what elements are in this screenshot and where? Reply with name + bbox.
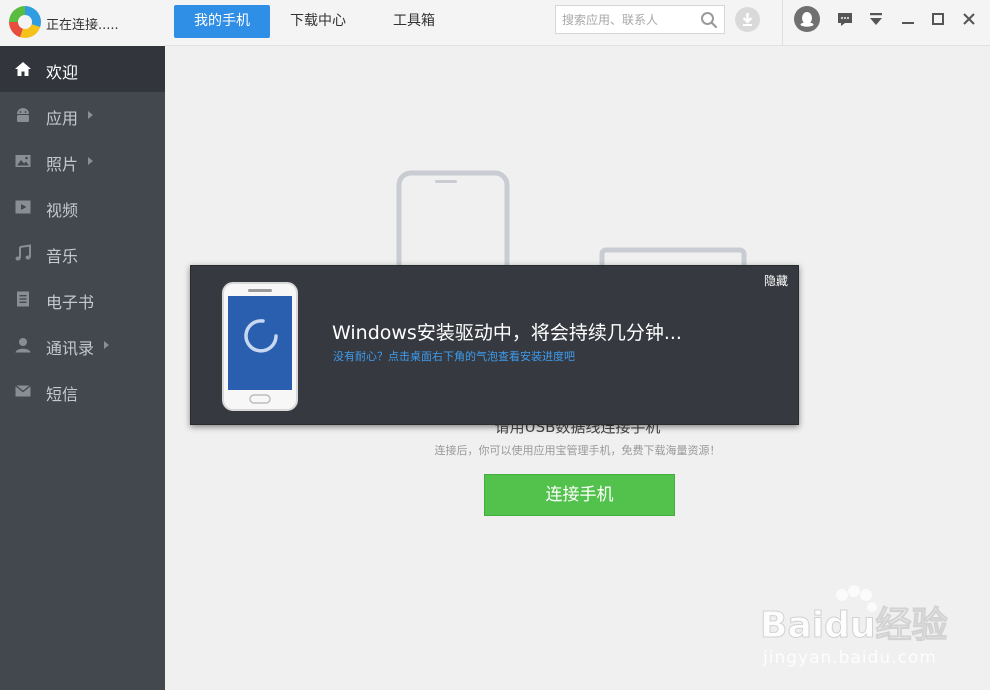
image-icon (15, 155, 31, 167)
sidebar-item-label: 音乐 (46, 247, 79, 266)
contact-icon (15, 338, 31, 353)
title-bar: 正在连接..... 我的手机 下载中心 工具箱 (0, 0, 990, 46)
home-icon (15, 62, 31, 76)
connect-phone-button[interactable]: 连接手机 (484, 474, 675, 516)
sidebar-item-label: 照片 (46, 155, 79, 174)
sidebar-item-label: 应用 (46, 109, 79, 128)
maximize-icon[interactable] (929, 10, 947, 28)
sidebar-item-label: 电子书 (46, 293, 95, 312)
qq-penguin-icon (800, 12, 814, 27)
chevron-right-icon (88, 157, 93, 165)
minimize-icon[interactable] (899, 10, 917, 28)
menu-dropdown-icon[interactable] (867, 10, 885, 28)
driver-install-dialog: 隐藏 Windows安装驱动中，将会持续几分钟... 没有耐心？点击桌面右下角的… (190, 265, 799, 425)
sidebar-item-label: 通讯录 (46, 339, 95, 358)
phone-loading-icon (222, 282, 298, 411)
android-icon (17, 108, 29, 122)
watermark-brand: Baidu经验 (760, 605, 947, 646)
sidebar-item-label: 欢迎 (46, 63, 79, 82)
sidebar-item-contacts[interactable]: 通讯录 (0, 322, 165, 368)
dialog-title: Windows安装驱动中，将会持续几分钟... (332, 322, 682, 344)
sidebar-item-welcome[interactable]: 欢迎 (0, 46, 165, 92)
tab-download-center[interactable]: 下载中心 (270, 5, 366, 38)
close-icon[interactable] (960, 10, 978, 28)
sidebar-item-videos[interactable]: 视频 (0, 184, 165, 230)
download-icon (742, 13, 753, 26)
install-progress-hint-link[interactable]: 没有耐心？点击桌面右下角的气泡查看安装进度吧 (333, 348, 575, 364)
connection-status: 正在连接..... (46, 18, 119, 33)
app-logo-icon (9, 6, 41, 38)
sidebar-item-apps[interactable]: 应用 (0, 92, 165, 138)
video-icon (15, 200, 31, 214)
search-input[interactable] (562, 10, 697, 30)
search-icon[interactable] (700, 11, 718, 29)
search-box (555, 5, 725, 34)
ebook-icon (17, 291, 29, 307)
sidebar-item-music[interactable]: 音乐 (0, 230, 165, 276)
mail-icon (15, 384, 31, 397)
chevron-right-icon (104, 341, 109, 349)
tab-toolbox[interactable]: 工具箱 (366, 5, 462, 38)
hide-dialog-link[interactable]: 隐藏 (764, 272, 788, 289)
chevron-right-icon (88, 111, 93, 119)
message-icon[interactable] (836, 10, 854, 28)
sidebar-item-sms[interactable]: 短信 (0, 368, 165, 414)
brand-area: 正在连接..... (0, 0, 165, 46)
sidebar: 欢迎 应用 照片 视频 音乐 电子书 通讯录 短信 (0, 46, 165, 690)
qq-login-button[interactable] (794, 6, 820, 32)
toolbar-divider (782, 0, 783, 46)
sidebar-item-label: 视频 (46, 201, 79, 220)
sidebar-item-label: 短信 (46, 385, 79, 404)
music-icon (15, 244, 31, 261)
tab-my-phone[interactable]: 我的手机 (174, 5, 270, 38)
sidebar-item-photos[interactable]: 照片 (0, 138, 165, 184)
download-manager-button[interactable] (735, 7, 760, 32)
watermark-url: jingyan.baidu.com (763, 648, 937, 668)
usb-connect-subtext: 连接后，你可以使用应用宝管理手机，免费下载海量资源！ (434, 444, 721, 457)
sidebar-item-ebooks[interactable]: 电子书 (0, 276, 165, 322)
